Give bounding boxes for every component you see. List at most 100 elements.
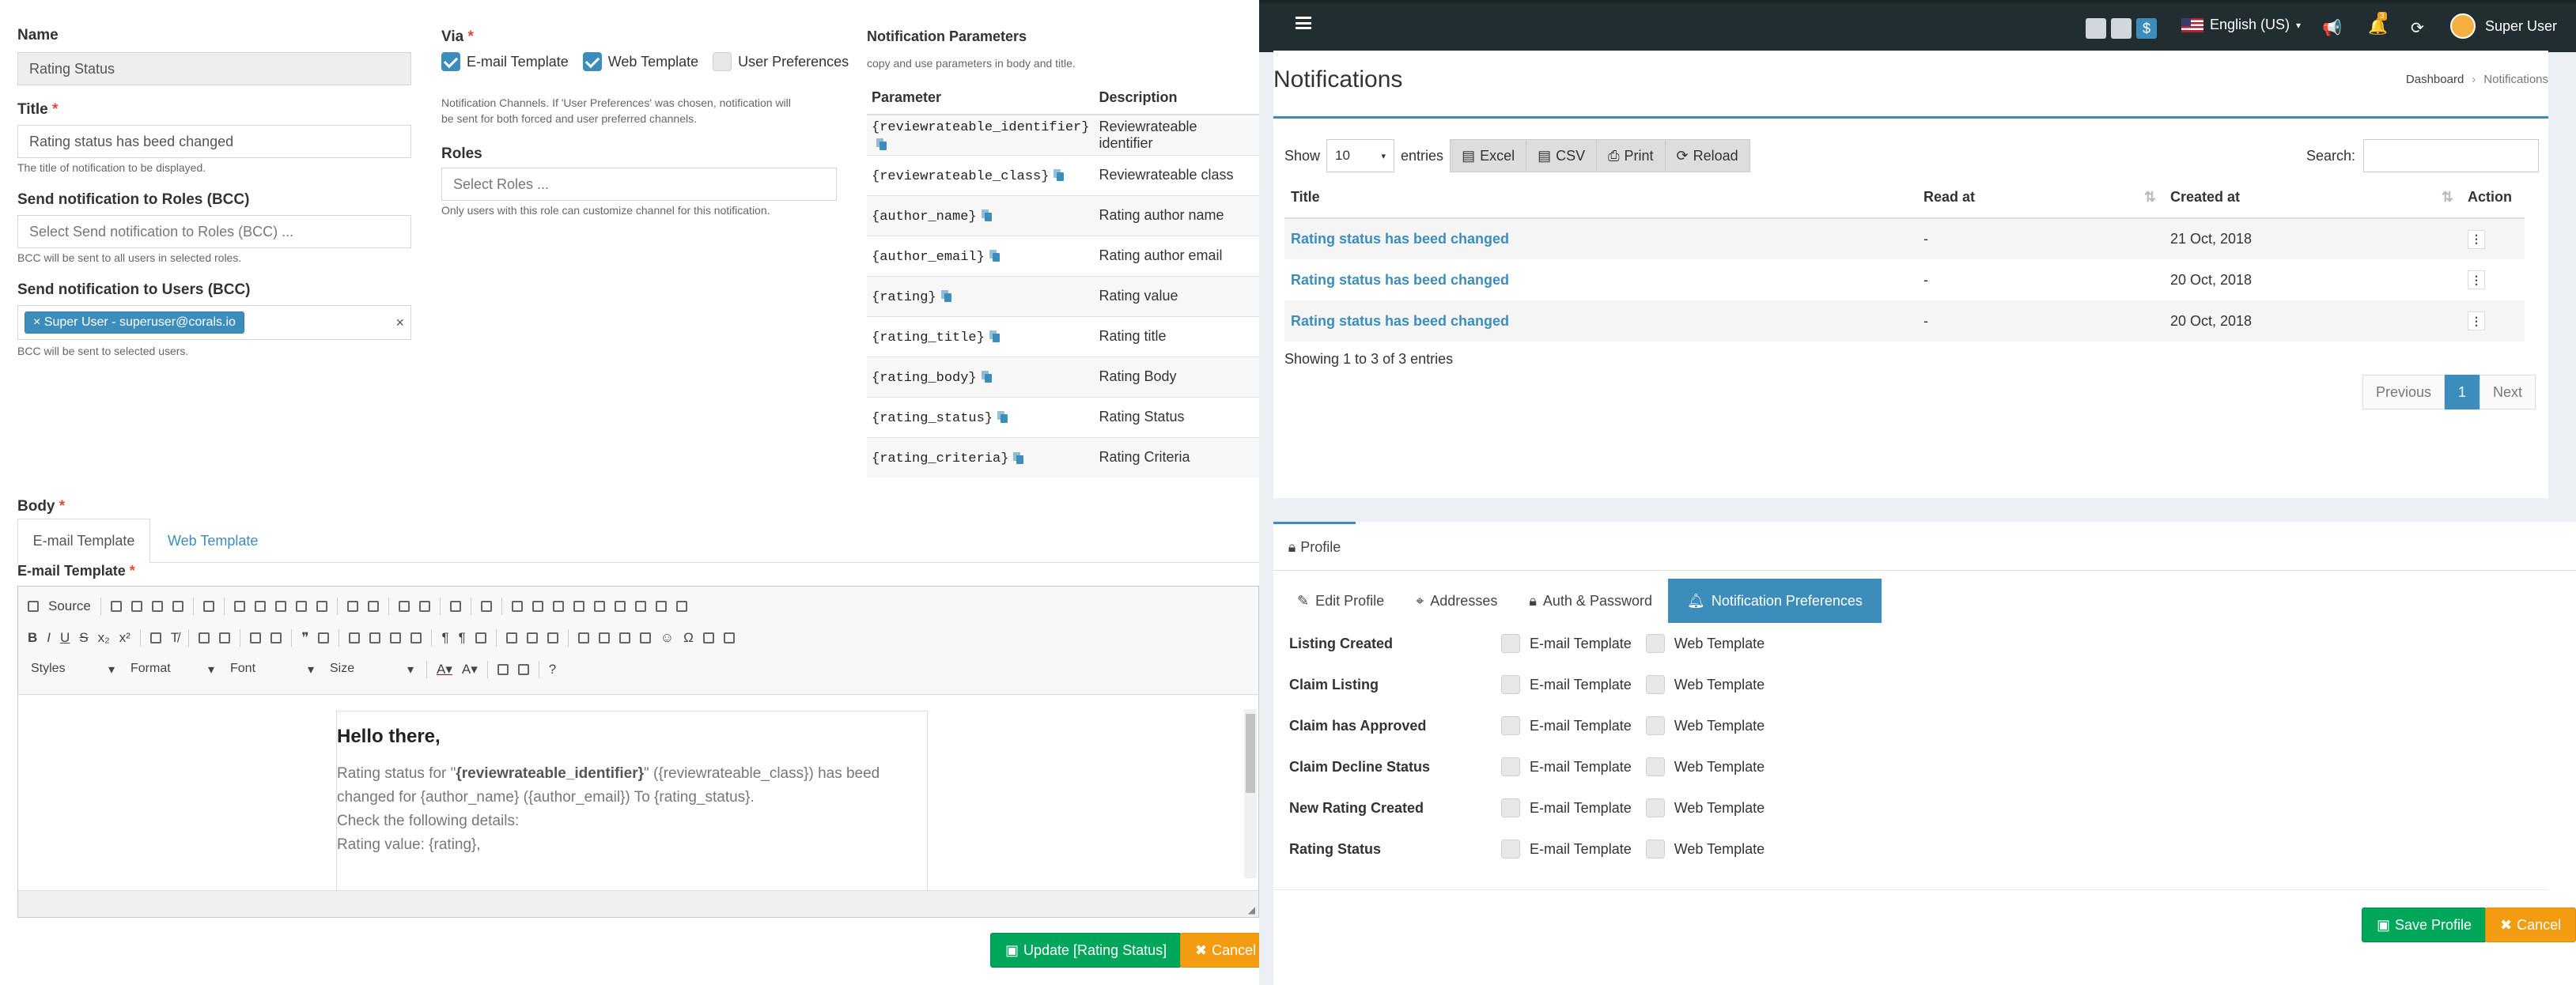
- copy-format-icon[interactable]: [147, 629, 165, 647]
- table-icon[interactable]: [616, 629, 634, 647]
- email-template-checkbox[interactable]: [1501, 716, 1520, 735]
- bold-icon[interactable]: B: [25, 630, 40, 646]
- styles-dropdown[interactable]: Styles ▾: [25, 662, 121, 677]
- resize-handle-icon[interactable]: ◢: [1248, 904, 1255, 915]
- bulleted-list-icon[interactable]: [216, 629, 233, 647]
- copy-icon[interactable]: [981, 371, 992, 383]
- preview-icon[interactable]: [149, 598, 166, 615]
- email-template-checkbox[interactable]: [1501, 675, 1520, 694]
- find-icon[interactable]: [395, 598, 413, 615]
- iframe-icon[interactable]: [721, 629, 738, 647]
- tab-addresses[interactable]: ⌖ Addresses: [1400, 579, 1513, 623]
- anchor-icon[interactable]: [544, 629, 562, 647]
- print-button[interactable]: ⎙ Print: [1596, 139, 1666, 172]
- bell-icon[interactable]: 🔔 3: [2368, 12, 2388, 36]
- smiley-icon[interactable]: ☺: [657, 630, 677, 646]
- editor-content-area[interactable]: Hello there, Rating status for "{reviewr…: [18, 694, 1258, 890]
- title-field[interactable]: Rating status has beed changed: [17, 125, 411, 158]
- unlink-icon[interactable]: [524, 629, 541, 647]
- textarea-icon[interactable]: [591, 598, 608, 615]
- notification-link[interactable]: Rating status has beed changed: [1291, 313, 1509, 329]
- entries-select[interactable]: 10 ▾: [1326, 139, 1395, 172]
- web-template-checkbox[interactable]: [1645, 840, 1665, 859]
- ltr-icon[interactable]: ¶: [438, 630, 452, 646]
- csv-button[interactable]: ▤ CSV: [1526, 139, 1598, 172]
- page-break-icon[interactable]: [700, 629, 717, 647]
- maximize-icon[interactable]: [494, 661, 512, 678]
- horizontal-line-icon[interactable]: [637, 629, 654, 647]
- replace-icon[interactable]: [416, 598, 433, 615]
- copy-icon[interactable]: [989, 250, 1000, 262]
- tab-profile[interactable]: 🔒︎ Profile: [1273, 522, 1356, 571]
- textfield-icon[interactable]: [570, 598, 588, 615]
- notification-link[interactable]: Rating status has beed changed: [1291, 231, 1509, 247]
- help-icon[interactable]: ?: [546, 662, 559, 677]
- align-right-icon[interactable]: [387, 629, 404, 647]
- created-at-column-header[interactable]: Created at ⇅: [2164, 177, 2461, 219]
- copy-icon[interactable]: [876, 138, 887, 150]
- templates-icon[interactable]: [200, 598, 218, 615]
- copy-icon[interactable]: [997, 411, 1008, 424]
- hamburger-menu-icon[interactable]: [1296, 17, 1311, 29]
- quick-button-icon[interactable]: [2086, 18, 2106, 39]
- web-template-checkbox[interactable]: [1645, 798, 1665, 817]
- special-char-icon[interactable]: Ω: [680, 630, 697, 646]
- align-left-icon[interactable]: [346, 629, 363, 647]
- background-color-icon[interactable]: A▾: [459, 662, 481, 677]
- paste-text-icon[interactable]: [293, 598, 310, 615]
- cut-icon[interactable]: [231, 598, 248, 615]
- undo-icon[interactable]: [344, 598, 361, 615]
- copy-icon[interactable]: [252, 598, 269, 615]
- roles-bcc-select[interactable]: Select Send notification to Roles (BCC) …: [17, 215, 411, 248]
- spellcheck-icon[interactable]: [478, 598, 495, 615]
- tab-edit-profile[interactable]: ✎ Edit Profile: [1281, 579, 1400, 623]
- search-input[interactable]: [2363, 139, 2539, 172]
- web-template-checkbox[interactable]: [1645, 757, 1665, 776]
- page-1-button[interactable]: 1: [2444, 375, 2480, 409]
- outdent-icon[interactable]: [247, 629, 264, 647]
- show-blocks-icon[interactable]: [515, 661, 532, 678]
- size-dropdown[interactable]: Size ▾: [323, 662, 420, 677]
- roles-select[interactable]: Select Roles ...: [441, 168, 837, 201]
- indent-icon[interactable]: [267, 629, 285, 647]
- copy-icon[interactable]: [1053, 169, 1065, 182]
- copy-icon[interactable]: [1013, 451, 1024, 464]
- remove-format-icon[interactable]: T̸: [168, 630, 182, 646]
- justify-icon[interactable]: [407, 629, 425, 647]
- read-at-column-header[interactable]: Read at ⇅: [1917, 177, 2164, 219]
- tab-web-template[interactable]: Web Template: [168, 519, 258, 563]
- save-icon[interactable]: [108, 598, 125, 615]
- flash-icon[interactable]: [596, 629, 613, 647]
- via-web-checkbox[interactable]: [582, 52, 602, 71]
- cancel-button[interactable]: ✖ Cancel: [1180, 933, 1272, 968]
- button-icon[interactable]: [632, 598, 649, 615]
- more-actions-icon[interactable]: ⋮: [2468, 311, 2485, 330]
- form-icon[interactable]: [509, 598, 526, 615]
- subscript-icon[interactable]: x₂: [95, 630, 113, 646]
- email-template-checkbox[interactable]: [1501, 798, 1520, 817]
- more-actions-icon[interactable]: ⋮: [2468, 270, 2485, 289]
- font-dropdown[interactable]: Font ▾: [224, 662, 320, 677]
- users-bcc-select[interactable]: × Super User - superuser@corals.io ×: [17, 305, 411, 340]
- checkbox-icon[interactable]: [529, 598, 547, 615]
- format-dropdown[interactable]: Format ▾: [124, 662, 221, 677]
- paste-word-icon[interactable]: [313, 598, 331, 615]
- source-button[interactable]: Source: [45, 598, 94, 614]
- redo-icon[interactable]: [365, 598, 382, 615]
- copy-icon[interactable]: [981, 209, 992, 222]
- superscript-icon[interactable]: x²: [116, 630, 134, 646]
- save-profile-button[interactable]: ▣ Save Profile: [2362, 908, 2487, 942]
- web-template-checkbox[interactable]: [1645, 716, 1665, 735]
- numbered-list-icon[interactable]: [195, 629, 213, 647]
- user-menu[interactable]: Super User: [2450, 13, 2557, 39]
- image-icon[interactable]: [575, 629, 592, 647]
- refresh-icon[interactable]: ⟳: [2411, 18, 2424, 38]
- rtl-icon[interactable]: ¶: [456, 630, 469, 646]
- blockquote-icon[interactable]: ❞: [298, 630, 312, 646]
- align-center-icon[interactable]: [366, 629, 384, 647]
- notification-link[interactable]: Rating status has beed changed: [1291, 272, 1509, 288]
- editor-scrollbar[interactable]: [1244, 709, 1257, 878]
- radio-icon[interactable]: [550, 598, 567, 615]
- selected-user-tag[interactable]: × Super User - superuser@corals.io: [25, 311, 244, 334]
- web-template-checkbox[interactable]: [1645, 634, 1665, 653]
